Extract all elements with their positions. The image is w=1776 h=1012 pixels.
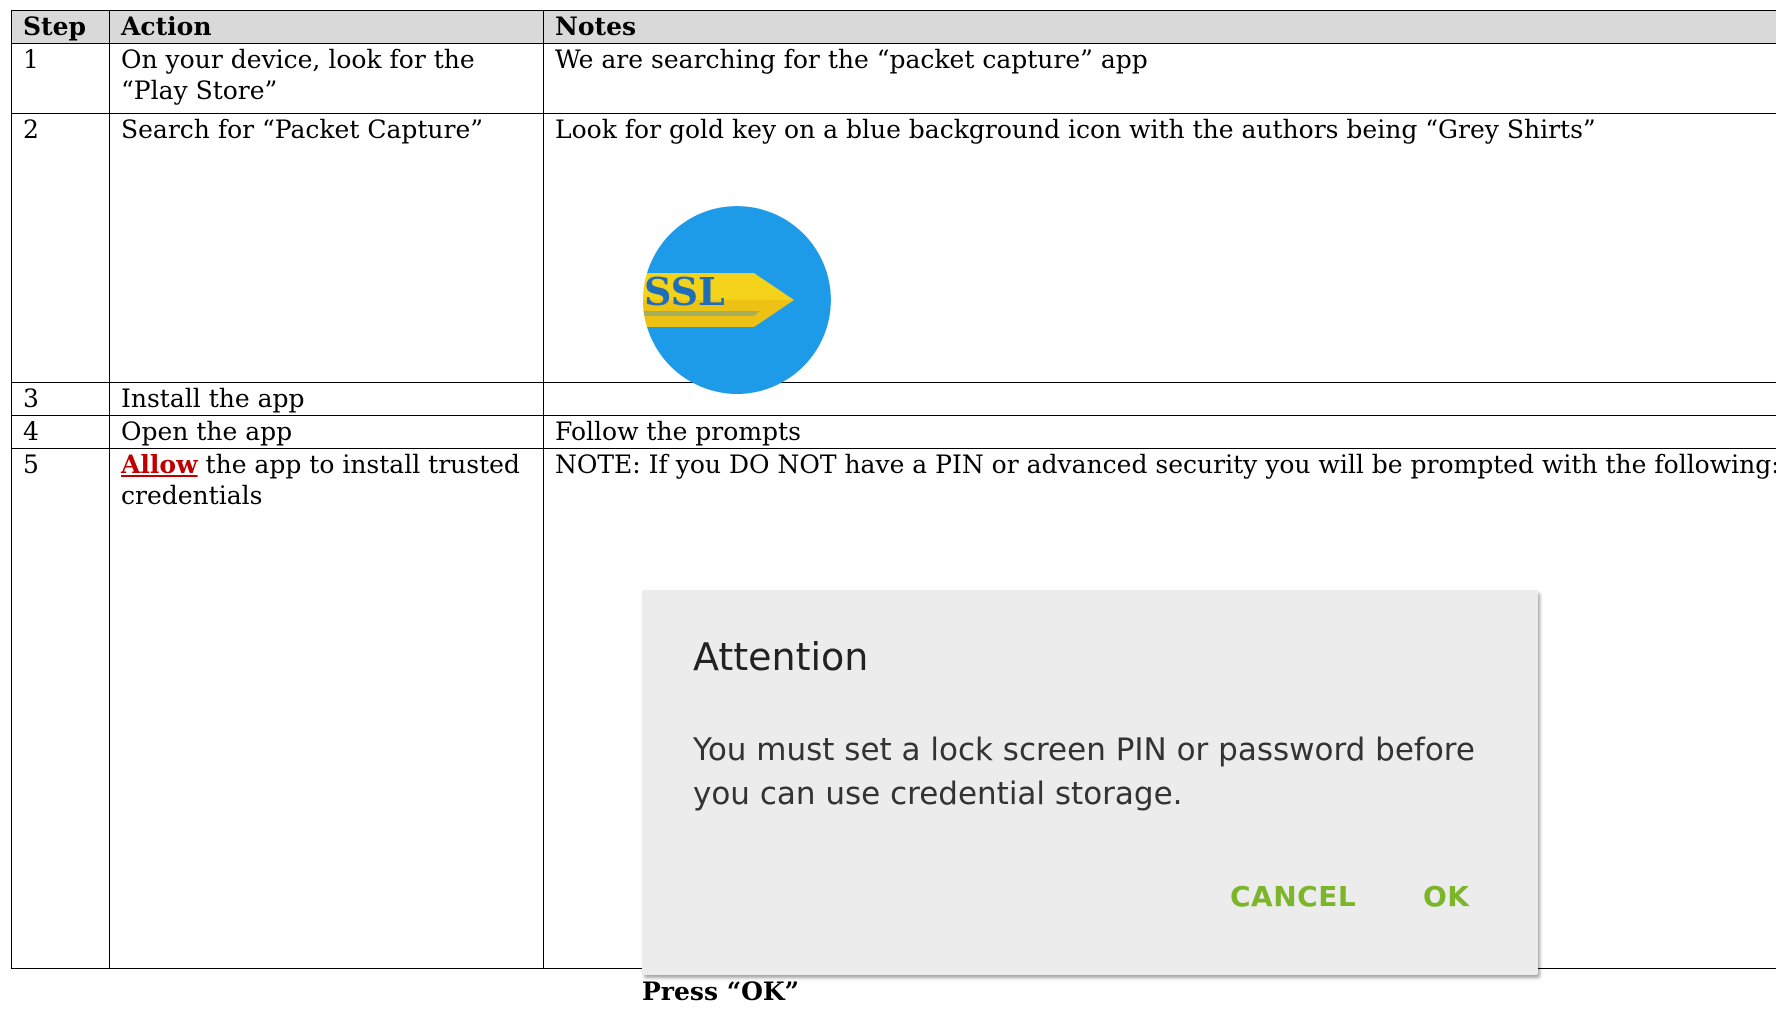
ssl-key-icon: SSL: [642, 203, 832, 398]
step-action: Install the app: [109, 382, 544, 416]
header-notes: Notes: [543, 10, 1776, 44]
step-notes: Follow the prompts: [543, 415, 1776, 449]
dialog-message: You must set a lock screen PIN or passwo…: [693, 732, 1475, 812]
step-action: On your device, look for the “Play Store…: [109, 43, 544, 114]
attention-dialog: Attention You must set a lock screen PIN…: [642, 590, 1538, 975]
step-number: 4: [11, 415, 110, 449]
step-number: 1: [11, 43, 110, 114]
step-notes: We are searching for the “packet capture…: [543, 43, 1776, 114]
step-number: 5: [11, 448, 110, 969]
step-number: 3: [11, 382, 110, 416]
table-row: 4 Open the app Follow the prompts: [11, 415, 1776, 449]
step-action: Open the app: [109, 415, 544, 449]
ok-button[interactable]: OK: [1423, 880, 1470, 913]
header-step: Step: [11, 10, 110, 44]
header-row: Step Action Notes: [11, 10, 1776, 44]
table-row: 1 On your device, look for the “Play Sto…: [11, 43, 1776, 114]
table-row: 3 Install the app: [11, 382, 1776, 416]
step-action: Allow the app to install trusted credent…: [109, 448, 544, 969]
cancel-button[interactable]: CANCEL: [1230, 880, 1356, 913]
step-action: Search for “Packet Capture”: [109, 113, 544, 383]
icon-text: SSL: [644, 269, 725, 314]
allow-emphasis: Allow: [121, 450, 198, 479]
step-number: 2: [11, 113, 110, 383]
dialog-title: Attention: [693, 635, 869, 679]
header-action: Action: [109, 10, 544, 44]
table-row: 2 Search for “Packet Capture” Look for g…: [11, 113, 1776, 383]
press-ok-instruction: Press “OK”: [642, 977, 799, 1006]
